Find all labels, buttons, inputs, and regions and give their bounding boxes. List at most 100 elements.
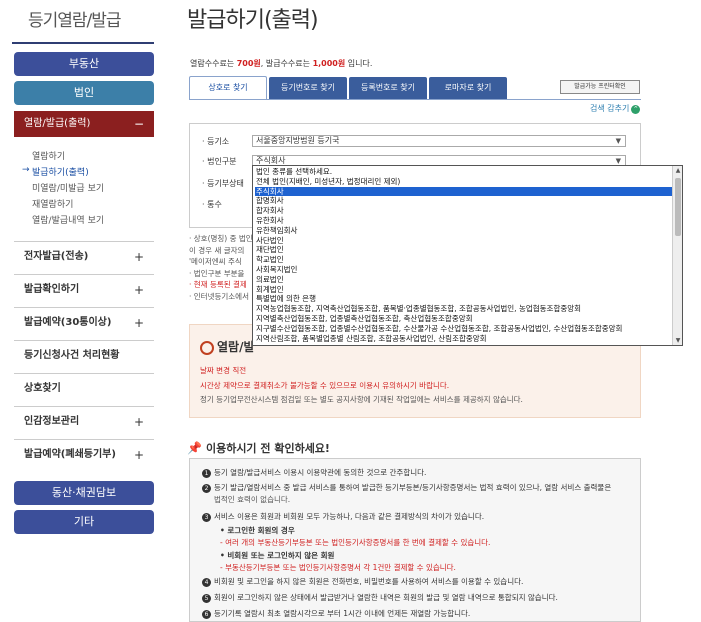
number-badge: 4 [202, 578, 211, 587]
number-badge: 2 [202, 484, 211, 493]
check-line-text: 서비스 이용은 회원과 비회원 모두 가능하나, 다음과 같은 결제방식의 차이… [214, 512, 485, 521]
dropdown-option[interactable]: 지역산림조합, 품목별업종별 산림조합, 조합공동사업법인, 산림조합중앙회 [255, 334, 672, 344]
check-line: 5 회원이 로그인하지 않은 상태에서 발급받거나 열람한 내역은 회원의 발급 … [202, 592, 558, 603]
hide-search-label: 검색 감추기 [590, 104, 630, 113]
check-line: • 로그인한 회원의 경우 [220, 526, 295, 535]
menu-view-issue-label: 열람/발급(출력) [24, 118, 91, 129]
accordion-label: 발급예약(30통이상) [24, 317, 112, 328]
copies-label: · 통수 [202, 200, 222, 209]
fee-text: 열람수수료는 [190, 59, 237, 68]
clock-icon [200, 340, 214, 355]
number-badge: 6 [202, 610, 211, 619]
tab-by-id-number[interactable]: 등록번호로 찾기 [349, 77, 427, 99]
dropdown-option[interactable]: 특별법에 의한 은행 [255, 294, 672, 304]
corp-type-label: · 법인구분 [202, 157, 237, 166]
fee-text: , 발급수수료는 [260, 59, 313, 68]
realestate-button[interactable]: 부동산 [14, 52, 154, 76]
tab-by-roman[interactable]: 로마자로 찾기 [429, 77, 507, 99]
check-line: 3 서비스 이용은 회원과 비회원 모두 가능하나, 다음과 같은 결제방식의 차… [202, 511, 484, 522]
corporation-button[interactable]: 법인 [14, 81, 154, 105]
accordion-label: 등기신청사건 처리현황 [24, 350, 120, 361]
accordion-label: 전자발급(전송) [24, 251, 89, 262]
warning-line: 날짜 변경 직전 [200, 366, 247, 375]
submenu-review[interactable]: 재열람하기 [32, 197, 73, 210]
check-line: 4 비회원 및 로그인을 하지 않은 회원은 전화번호, 비밀번호를 사용하여 서… [202, 576, 523, 587]
dropdown-option[interactable]: 회계법인 [255, 285, 672, 295]
number-badge: 1 [202, 469, 211, 478]
chevron-down-icon: ▼ [615, 137, 621, 145]
expand-icon: + [133, 316, 144, 330]
menu-view-issue[interactable]: 열람/발급(출력) − [14, 111, 154, 137]
accordion-status[interactable]: 등기신청사건 처리현황 [14, 340, 154, 370]
other-button[interactable]: 기타 [14, 510, 154, 534]
check-line: 1 등기 열람/발급서비스 이용시 이용약관에 동의한 것으로 간주합니다. [202, 467, 426, 478]
warning-line: 시간상 제약으로 결제취소가 불가능할 수 있으므로 이용시 유의하시기 바랍니… [200, 381, 450, 390]
accordion-reserve[interactable]: 발급예약(30통이상) + [14, 307, 154, 337]
scroll-up-icon[interactable]: ▲ [674, 167, 682, 174]
scroll-thumb[interactable] [675, 178, 681, 236]
check-line: 법적인 효력이 없습니다. [214, 495, 291, 504]
check-line-text: 등기 열람/발급서비스 이용시 이용약관에 동의한 것으로 간주합니다. [214, 468, 427, 477]
dropdown-option[interactable]: 학교법인 [255, 255, 672, 265]
accordion-closed-reserve[interactable]: 발급예약(폐쇄등기부) + [14, 439, 154, 469]
submenu-history[interactable]: 열람/발급내역 보기 [32, 213, 104, 226]
movables-button[interactable]: 동산·채권담보 [14, 481, 154, 505]
check-line-text: 회원이 로그인하지 않은 상태에서 발급받거나 열람한 내역은 회원의 발급 및… [214, 593, 558, 602]
dropdown-option[interactable]: 재단법인 [255, 245, 672, 255]
tab-by-name[interactable]: 상호로 찾기 [189, 76, 267, 99]
dropdown-option[interactable]: 사단법인 [255, 236, 672, 246]
dropdown-option[interactable]: 합명회사 [255, 196, 672, 206]
dropdown-option[interactable]: 지역농업협동조합, 지역축산업협동조합, 품목별·업종별협동조합, 조합공동사업… [255, 304, 672, 314]
dropdown-scrollbar[interactable]: ▲ ▼ [672, 166, 682, 345]
fee-info: 열람수수료는 700원, 발급수수료는 1,000원 입니다. [190, 58, 372, 69]
issue-fee: 1,000원 [312, 59, 346, 68]
check-line: - 여러 개의 부동산등기부등본 또는 법인등기사항증명서를 한 번에 결제할 … [220, 538, 491, 547]
printer-check-button[interactable]: 발급가능 프린터확인 [560, 80, 640, 94]
fee-text: 입니다. [345, 59, 373, 68]
dropdown-option[interactable]: 유한책임회사 [255, 226, 672, 236]
corp-type-value: 주식회사 [256, 156, 286, 165]
submenu-issue[interactable]: 발급하기(출력) [32, 165, 89, 178]
pin-icon: 📌 [187, 441, 202, 455]
submenu-view[interactable]: 열람하기 [32, 149, 65, 162]
check-line: 2 등기 발급/열람서비스 중 발급 서비스를 통하여 발급한 등기부등본/등기사… [202, 482, 611, 493]
registry-value: 서울중앙지방법원 등기국 [256, 136, 340, 145]
number-badge: 5 [202, 594, 211, 603]
corp-type-dropdown[interactable]: 법인 종류를 선택하세요. 전체 법인(지배인, 미성년자, 법정대리인 제외)… [252, 165, 683, 346]
accordion-verify[interactable]: 발급확인하기 + [14, 274, 154, 304]
dropdown-option[interactable]: 전체 법인(지배인, 미성년자, 법정대리인 제외) [255, 177, 672, 187]
arrow-right-icon: → [22, 165, 30, 175]
dropdown-option[interactable]: 지구별수산업협동조합, 업종별수산업협동조합, 수산물가공 수산업협동조합, 조… [255, 324, 672, 334]
warning-line: 정기 등기업무전산시스템 점검일 또는 별도 공지사항에 기재된 작업일에는 서… [200, 395, 523, 404]
scroll-down-icon[interactable]: ▼ [674, 337, 682, 344]
page-title: 발급하기(출력) [187, 8, 319, 33]
hide-search-link[interactable]: 검색 감추기 ⌃ [590, 103, 641, 114]
collapse-icon[interactable]: − [134, 111, 144, 137]
sidebar-title-divider [12, 42, 154, 44]
dropdown-option[interactable]: 의료법인 [255, 275, 672, 285]
dropdown-option[interactable]: 법인 종류를 선택하세요. [255, 167, 672, 177]
dropdown-option[interactable]: 지역별축산업협동조합, 업종별축산업협동조합, 축산업협동조합중앙회 [255, 314, 672, 324]
check-box: 1 등기 열람/발급서비스 이용시 이용약관에 동의한 것으로 간주합니다. 2등… [189, 458, 641, 622]
dropdown-option[interactable]: 사회복지법인 [255, 265, 672, 275]
accordion-name-search[interactable]: 상호찾기 [14, 373, 154, 403]
check-line: 6 등기기록 열람시 최초 열람시각으로 부터 1시간 이내에 언제든 재열람 가… [202, 608, 470, 619]
warning-title-text: 열람/발 [217, 340, 255, 354]
check-line-text: 비회원 및 로그인을 하지 않은 회원은 전화번호, 비밀번호를 사용하여 서비… [214, 577, 524, 586]
accordion-label: 발급예약(폐쇄등기부) [24, 449, 116, 460]
accordion-seal[interactable]: 인감정보관리 + [14, 406, 154, 436]
dropdown-option[interactable]: 유한회사 [255, 216, 672, 226]
check-title: 📌 이용하시기 전 확인하세요! [187, 440, 330, 456]
registry-select[interactable]: 서울중앙지방법원 등기국 ▼ [252, 135, 626, 147]
number-badge: 3 [202, 513, 211, 522]
submenu-unviewed[interactable]: 미열람/미발급 보기 [32, 181, 104, 194]
accordion-label: 상호찾기 [24, 383, 61, 394]
tab-by-reg-number[interactable]: 등기번호로 찾기 [269, 77, 347, 99]
accordion-e-issue[interactable]: 전자발급(전송) + [14, 241, 154, 271]
status-label: · 등기부상태 [202, 179, 244, 188]
dropdown-option-selected[interactable]: 주식회사 [255, 186, 672, 197]
check-line-text: 등기 발급/열람서비스 중 발급 서비스를 통하여 발급한 등기부등본/등기사항… [214, 483, 612, 492]
dropdown-option[interactable]: 합자회사 [255, 206, 672, 216]
accordion-label: 발급확인하기 [24, 284, 80, 295]
registry-label: · 등기소 [202, 137, 230, 146]
